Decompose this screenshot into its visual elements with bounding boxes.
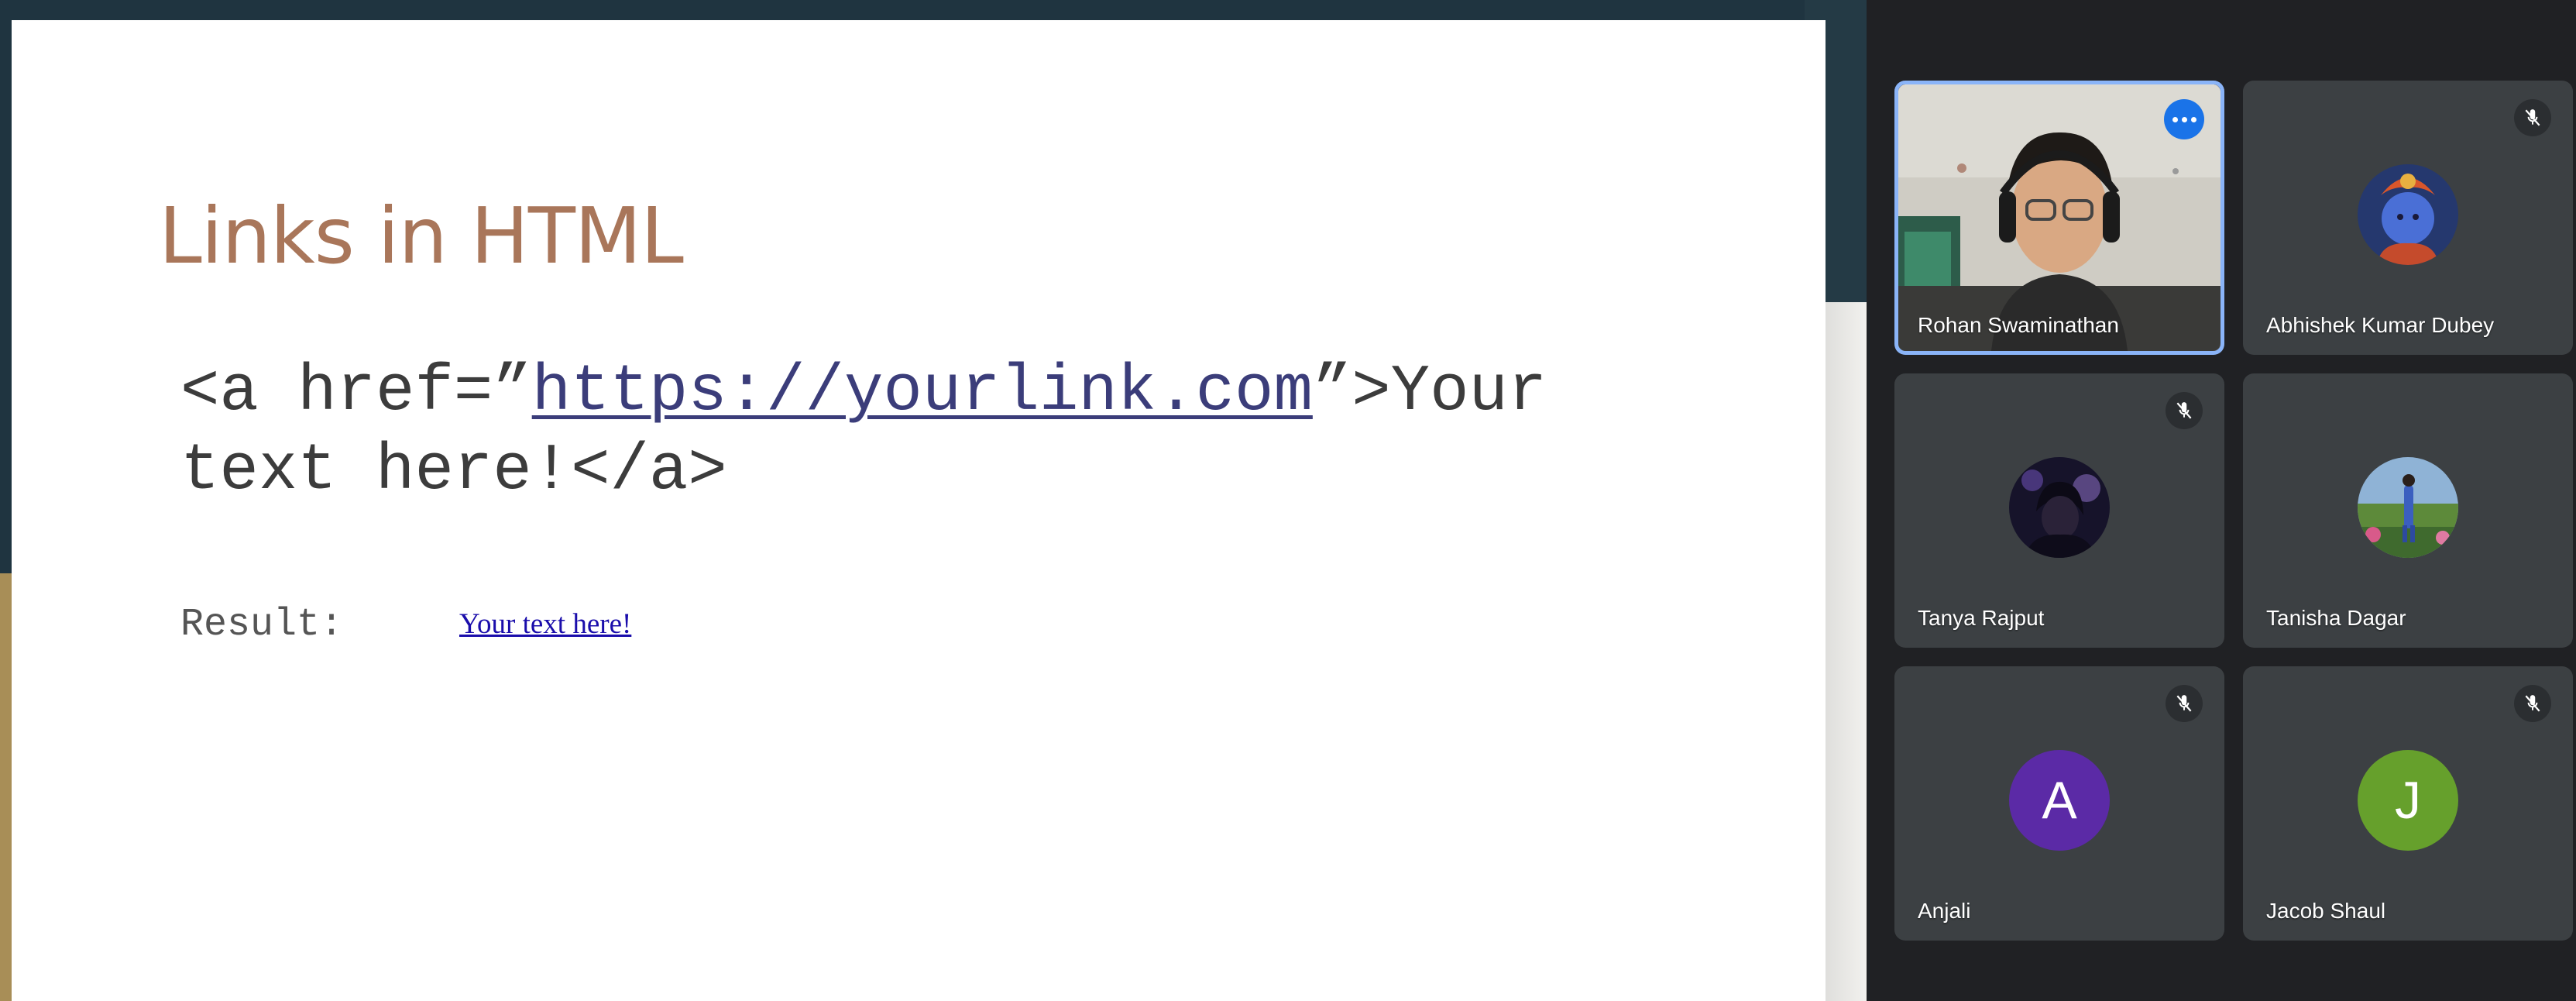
avatar [2358,457,2458,558]
participant-grid: Rohan Swaminathan Abhishek Kumar Dubey T… [1867,0,2576,1001]
mic-off-icon [2514,99,2551,136]
participant-tile-tanya-rajput[interactable]: Tanya Rajput [1894,373,2224,648]
slide-title: Links in HTML [159,191,684,281]
more-options-icon-dot [2190,116,2196,122]
participant-tile-anjali[interactable]: A Anjali [1894,666,2224,941]
avatar-initial: J [2358,750,2458,851]
participant-name: Rohan Swaminathan [1918,313,2119,337]
presentation-area: Links in HTML <a href=”https://yourlink.… [0,0,1867,1001]
participant-name: Tanya Rajput [1918,606,2045,630]
avatar [2358,164,2458,265]
result-link[interactable]: Your text here! [459,607,631,641]
mic-off-icon [2166,392,2203,429]
mic-off-icon [2514,685,2551,722]
result-label: Result: [180,603,344,647]
code-example: <a href=”https://yourlink.com”>Your text… [180,353,1652,511]
more-options-icon-dot [2181,116,2187,122]
participant-tile-jacob-shaul[interactable]: J Jacob Shaul [2243,666,2573,941]
participant-name: Tanisha Dagar [2266,606,2406,630]
participant-name: Jacob Shaul [2266,899,2386,923]
avatar-initial: A [2009,750,2110,851]
more-options-button[interactable] [2164,99,2204,139]
mic-off-icon [2166,685,2203,722]
slide: Links in HTML <a href=”https://yourlink.… [12,20,1826,1001]
participant-name: Abhishek Kumar Dubey [2266,313,2495,337]
more-options-icon-dot [2172,116,2178,122]
participant-tile-abhishek-kumar-dubey[interactable]: Abhishek Kumar Dubey [2243,81,2573,355]
code-prefix: <a href=” [180,356,532,429]
participant-name: Anjali [1918,899,1971,923]
avatar [2009,457,2110,558]
participant-tile-tanisha-dagar[interactable]: Tanisha Dagar [2243,373,2573,648]
code-url-link[interactable]: https://yourlink.com [532,356,1313,429]
participant-tile-rohan-swaminathan[interactable]: Rohan Swaminathan [1894,81,2224,355]
